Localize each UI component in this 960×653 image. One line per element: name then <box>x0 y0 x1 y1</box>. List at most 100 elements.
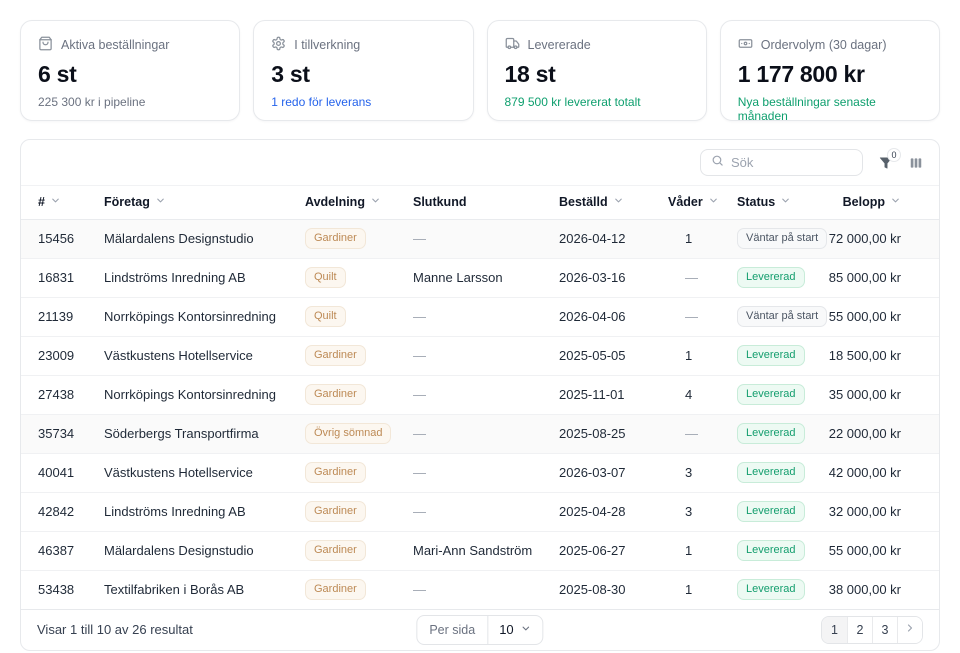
department-badge: Gardiner <box>305 384 366 405</box>
table-row[interactable]: 15456 Mälardalens Designstudio Gardiner … <box>21 219 939 258</box>
column-header-id[interactable]: # <box>21 186 104 219</box>
company-name: Västkustens Hotellservice <box>104 336 305 375</box>
card-value: 6 st <box>38 61 222 88</box>
order-number: 35734 <box>21 414 104 453</box>
department-cell: Gardiner <box>305 375 413 414</box>
table-header: # Företag Avdelning Slutkund Beställd <box>21 186 939 219</box>
company-name: Söderbergs Transportfirma <box>104 414 305 453</box>
amount-value: 35 000,00 kr <box>849 376 901 414</box>
company-name: Mälardalens Designstudio <box>104 219 305 258</box>
card-value: 18 st <box>505 61 689 88</box>
department-cell: Gardiner <box>305 219 413 258</box>
widths-count: 4 <box>668 375 737 414</box>
department-cell: Quilt <box>305 258 413 297</box>
widths-count: 1 <box>668 219 737 258</box>
company-name: Textilfabriken i Borås AB <box>104 570 305 609</box>
department-badge: Gardiner <box>305 462 366 483</box>
order-number: 15456 <box>21 219 104 258</box>
department-badge: Övrig sömnad <box>305 423 391 444</box>
ordered-date: 2025-05-05 <box>559 336 668 375</box>
orders-panel: 0 # Företag <box>20 139 940 651</box>
table-row[interactable]: 53438 Textilfabriken i Borås AB Gardiner… <box>21 570 939 609</box>
filter-button[interactable]: 0 <box>879 156 893 170</box>
end-customer: — <box>413 453 559 492</box>
amount-cell: 35 000,00 kr <box>849 375 939 414</box>
table-footer: Visar 1 till 10 av 26 resultat Per sida … <box>21 609 939 650</box>
per-page-select[interactable]: 10 <box>487 616 542 644</box>
column-header-company[interactable]: Företag <box>104 186 305 219</box>
chevron-down-icon <box>155 195 166 209</box>
table-row[interactable]: 23009 Västkustens Hotellservice Gardiner… <box>21 336 939 375</box>
ordered-date: 2025-06-27 <box>559 531 668 570</box>
amount-value: 18 500,00 kr <box>849 337 901 375</box>
card-label: Levererade <box>528 38 591 52</box>
column-header-department[interactable]: Avdelning <box>305 186 413 219</box>
page-button-3[interactable]: 3 <box>872 617 897 643</box>
page-button-2[interactable]: 2 <box>847 617 872 643</box>
widths-count: 1 <box>668 570 737 609</box>
ordered-date: 2026-03-16 <box>559 258 668 297</box>
company-name: Norrköpings Kontorsinredning <box>104 375 305 414</box>
end-customer: — <box>413 492 559 531</box>
end-customer: — <box>413 297 559 336</box>
department-badge: Quilt <box>305 306 346 327</box>
search-input[interactable] <box>731 155 852 170</box>
card-label: I tillverkning <box>294 38 360 52</box>
column-header-widths[interactable]: Våder <box>668 186 737 219</box>
end-customer: Manne Larsson <box>413 258 559 297</box>
amount-value: 22 000,00 kr <box>849 415 901 453</box>
amount-value: 85 000,00 kr <box>849 259 901 297</box>
table-row[interactable]: 40041 Västkustens Hotellservice Gardiner… <box>21 453 939 492</box>
order-number: 16831 <box>21 258 104 297</box>
columns-icon <box>909 156 923 170</box>
column-header-amount[interactable]: Belopp <box>849 186 939 219</box>
order-number: 27438 <box>21 375 104 414</box>
department-badge: Gardiner <box>305 501 366 522</box>
card-value: 1 177 800 kr <box>738 61 922 88</box>
columns-button[interactable] <box>909 156 923 170</box>
column-header-ordered[interactable]: Beställd <box>559 186 668 219</box>
amount-cell: 72 000,00 kr <box>849 219 939 258</box>
table-row[interactable]: 21139 Norrköpings Kontorsinredning Quilt… <box>21 297 939 336</box>
chevron-right-icon <box>904 622 916 637</box>
search-icon <box>711 154 724 172</box>
ordered-date: 2026-03-07 <box>559 453 668 492</box>
widths-count: — <box>668 258 737 297</box>
orders-table: # Företag Avdelning Slutkund Beställd <box>21 186 939 609</box>
table-row[interactable]: 46387 Mälardalens Designstudio Gardiner … <box>21 531 939 570</box>
widths-count: 1 <box>668 531 737 570</box>
department-cell: Gardiner <box>305 492 413 531</box>
status-badge: Levererad <box>737 345 805 366</box>
card-header: I tillverkning <box>271 36 455 54</box>
amount-value: 72 000,00 kr <box>849 220 901 258</box>
company-name: Lindströms Inredning AB <box>104 258 305 297</box>
card-subtitle: 879 500 kr levererat totalt <box>505 95 689 109</box>
column-header-end-customer: Slutkund <box>413 186 559 219</box>
ordered-date: 2025-08-25 <box>559 414 668 453</box>
table-row[interactable]: 35734 Söderbergs Transportfirma Övrig sö… <box>21 414 939 453</box>
table-row[interactable]: 42842 Lindströms Inredning AB Gardiner —… <box>21 492 939 531</box>
card-in-production: I tillverkning 3 st 1 redo för leverans <box>253 20 473 121</box>
card-subtitle: Nya beställningar senaste månaden <box>738 95 922 123</box>
next-page-button[interactable] <box>897 617 922 643</box>
card-header: Levererade <box>505 36 689 54</box>
amount-value: 42 000,00 kr <box>849 454 901 492</box>
table-toolbar: 0 <box>21 140 939 186</box>
order-number: 40041 <box>21 453 104 492</box>
order-number: 46387 <box>21 531 104 570</box>
end-customer: Mari-Ann Sandström <box>413 531 559 570</box>
amount-value: 55 000,00 kr <box>849 298 901 336</box>
column-header-status[interactable]: Status <box>737 186 849 219</box>
card-delivered: Levererade 18 st 879 500 kr levererat to… <box>487 20 707 121</box>
table-row[interactable]: 16831 Lindströms Inredning AB Quilt Mann… <box>21 258 939 297</box>
department-badge: Gardiner <box>305 540 366 561</box>
widths-count: — <box>668 414 737 453</box>
orders-page: Aktiva beställningar 6 st 225 300 kr i p… <box>0 0 960 651</box>
widths-count: 3 <box>668 453 737 492</box>
table-row[interactable]: 27438 Norrköpings Kontorsinredning Gardi… <box>21 375 939 414</box>
page-button-1[interactable]: 1 <box>822 617 847 643</box>
amount-cell: 18 500,00 kr <box>849 336 939 375</box>
status-badge: Levererad <box>737 423 805 444</box>
filter-count-badge: 0 <box>887 148 901 162</box>
search-box[interactable] <box>700 149 863 176</box>
